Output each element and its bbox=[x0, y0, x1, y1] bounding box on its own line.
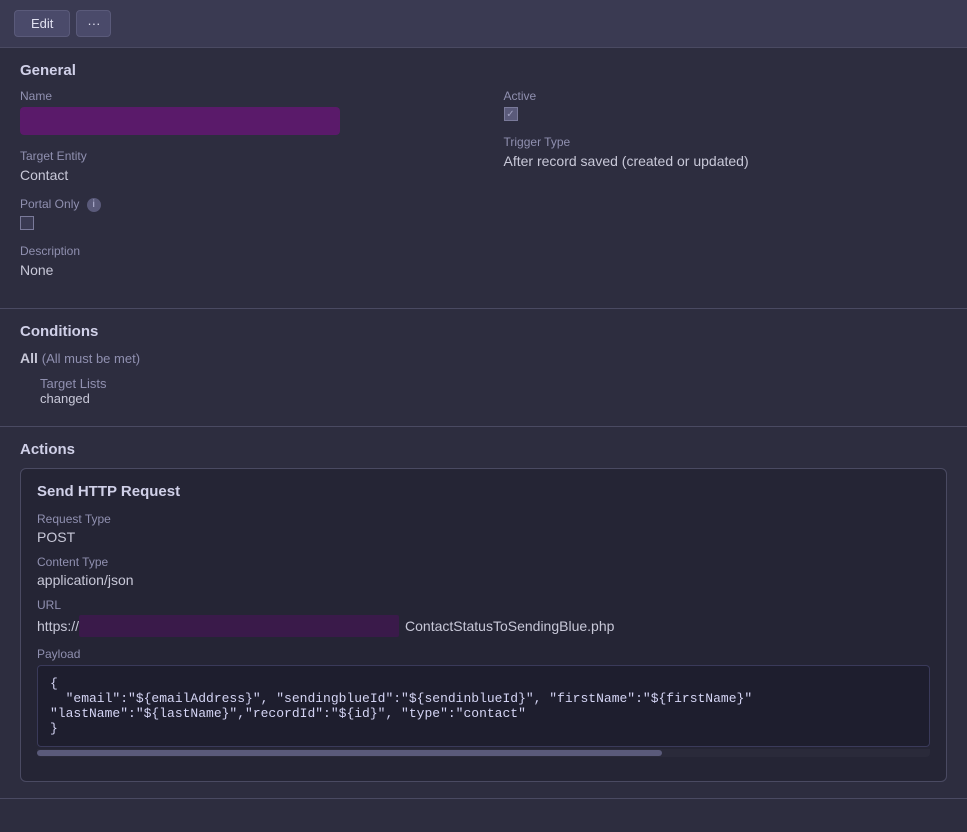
general-left-col: Name Target Entity Contact Portal Only i… bbox=[20, 89, 464, 292]
general-grid: Name Target Entity Contact Portal Only i… bbox=[20, 89, 947, 292]
target-entity-label: Target Entity bbox=[20, 149, 464, 163]
name-label: Name bbox=[20, 89, 464, 103]
portal-only-checkbox[interactable] bbox=[20, 216, 34, 230]
condition-field-label: Target Lists bbox=[40, 376, 947, 391]
content-type-field: Content Type application/json bbox=[37, 555, 930, 588]
description-field-group: Description None bbox=[20, 244, 464, 278]
toolbar: Edit ··· bbox=[0, 0, 967, 48]
conditions-all-label: All bbox=[20, 350, 38, 366]
name-input[interactable] bbox=[20, 107, 340, 135]
conditions-all-sub: (All must be met) bbox=[42, 351, 140, 366]
request-type-value: POST bbox=[37, 529, 930, 545]
trigger-type-field-group: Trigger Type After record saved (created… bbox=[504, 135, 948, 169]
target-entity-value: Contact bbox=[20, 167, 464, 183]
http-request-title: Send HTTP Request bbox=[37, 483, 930, 500]
edit-button[interactable]: Edit bbox=[14, 10, 70, 37]
general-section-body: Name Target Entity Contact Portal Only i… bbox=[0, 89, 967, 308]
condition-row: Target Lists changed bbox=[40, 376, 947, 406]
active-checkbox[interactable] bbox=[504, 107, 518, 121]
actions-section-title: Actions bbox=[0, 427, 967, 468]
target-entity-field-group: Target Entity Contact bbox=[20, 149, 464, 183]
url-field: URL https:// ContactStatusToSendingBlue.… bbox=[37, 598, 930, 637]
request-type-field: Request Type POST bbox=[37, 512, 930, 545]
trigger-type-value: After record saved (created or updated) bbox=[504, 153, 948, 169]
request-type-label: Request Type bbox=[37, 512, 930, 526]
payload-scrollbar-thumb bbox=[37, 750, 662, 756]
condition-field-value: changed bbox=[40, 391, 947, 406]
general-right-col: Active Trigger Type After record saved (… bbox=[504, 89, 948, 292]
payload-label: Payload bbox=[37, 647, 930, 661]
content-type-label: Content Type bbox=[37, 555, 930, 569]
description-value: None bbox=[20, 262, 464, 278]
active-field-group: Active bbox=[504, 89, 948, 121]
trigger-type-label: Trigger Type bbox=[504, 135, 948, 149]
http-request-card: Send HTTP Request Request Type POST Cont… bbox=[20, 468, 947, 782]
url-label: URL bbox=[37, 598, 930, 612]
conditions-all: All (All must be met) bbox=[20, 350, 947, 366]
general-section: General Name Target Entity Contact Porta… bbox=[0, 48, 967, 309]
conditions-section-title: Conditions bbox=[0, 309, 967, 350]
portal-only-label: Portal Only i bbox=[20, 197, 464, 212]
more-button[interactable]: ··· bbox=[76, 10, 111, 37]
payload-block: { "email":"${emailAddress}", "sendingblu… bbox=[37, 665, 930, 747]
payload-scrollbar[interactable] bbox=[37, 749, 930, 757]
portal-only-field-group: Portal Only i bbox=[20, 197, 464, 230]
url-suffix: ContactStatusToSendingBlue.php bbox=[405, 618, 614, 634]
general-section-title: General bbox=[0, 48, 967, 89]
url-prefix: https:// bbox=[37, 618, 79, 634]
conditions-section: Conditions All (All must be met) Target … bbox=[0, 309, 967, 427]
content-type-value: application/json bbox=[37, 572, 930, 588]
conditions-section-body: All (All must be met) Target Lists chang… bbox=[0, 350, 967, 426]
description-label: Description bbox=[20, 244, 464, 258]
url-redacted-block bbox=[79, 615, 399, 637]
portal-only-info-icon: i bbox=[87, 198, 101, 212]
actions-section: Actions Send HTTP Request Request Type P… bbox=[0, 427, 967, 799]
name-field-group: Name bbox=[20, 89, 464, 135]
active-label: Active bbox=[504, 89, 948, 103]
url-row: https:// ContactStatusToSendingBlue.php bbox=[37, 615, 930, 637]
payload-field: Payload { "email":"${emailAddress}", "se… bbox=[37, 647, 930, 757]
